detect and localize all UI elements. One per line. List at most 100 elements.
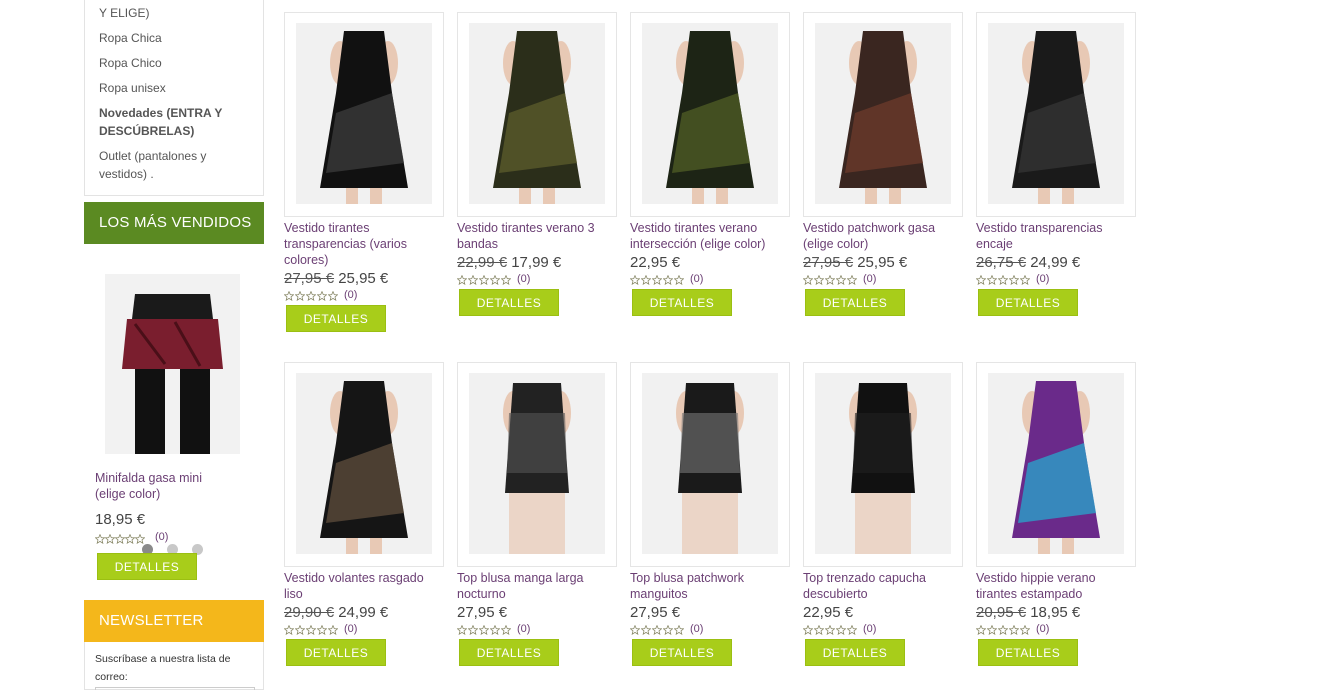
rating-stars <box>803 625 857 635</box>
product-name[interactable]: Vestido volantes rasgado liso <box>284 570 444 602</box>
review-count[interactable]: (0) <box>344 623 357 635</box>
product-prices: 22,95 € <box>803 604 853 621</box>
star-empty-icon <box>94 533 106 545</box>
product-image-inner <box>988 373 1124 554</box>
bestseller-review-count[interactable]: (0) <box>155 531 168 543</box>
rating-stars <box>803 275 857 285</box>
product-prices: 27,95 € 25,95 € <box>284 270 388 287</box>
current-price: 22,95 € <box>803 604 854 621</box>
star-empty-icon <box>134 533 146 545</box>
star-empty-icon <box>295 291 305 301</box>
rating-stars <box>457 275 511 285</box>
star-empty-icon <box>630 275 640 285</box>
star-empty-icon <box>468 275 478 285</box>
star-empty-icon <box>803 625 813 635</box>
product-name[interactable]: Top blusa manga larga nocturno <box>457 570 617 602</box>
product-image[interactable] <box>803 12 963 217</box>
product-prices: 27,95 € <box>630 604 680 621</box>
product-image[interactable] <box>630 12 790 217</box>
star-empty-icon <box>663 275 673 285</box>
product-image[interactable] <box>457 12 617 217</box>
product-image[interactable] <box>803 362 963 567</box>
product-image[interactable] <box>976 362 1136 567</box>
details-button[interactable]: DETALLES <box>286 639 386 666</box>
details-button[interactable]: DETALLES <box>286 305 386 332</box>
bestseller-name[interactable]: Minifalda gasa mini (elige color) <box>95 470 225 502</box>
details-button[interactable]: DETALLES <box>632 289 732 316</box>
review-count[interactable]: (0) <box>690 273 703 285</box>
category-link[interactable]: Y ELIGE) <box>99 4 249 22</box>
details-button[interactable]: DETALLES <box>978 289 1078 316</box>
current-price: 24,99 € <box>1030 254 1081 271</box>
old-price: 20,95 € <box>976 604 1027 621</box>
star-empty-icon <box>847 625 857 635</box>
review-count[interactable]: (0) <box>517 273 530 285</box>
current-price: 25,95 € <box>338 270 389 287</box>
product-image-inner <box>642 23 778 204</box>
product-image-inner <box>296 23 432 204</box>
star-empty-icon <box>803 275 813 285</box>
product-photo-icon <box>493 31 581 204</box>
current-price: 18,95 € <box>1030 604 1081 621</box>
details-button[interactable]: DETALLES <box>459 289 559 316</box>
star-empty-icon <box>328 625 338 635</box>
product-name[interactable]: Vestido transparencias encaje <box>976 220 1136 252</box>
review-count[interactable]: (0) <box>690 623 703 635</box>
rating-stars <box>976 275 1030 285</box>
product-name[interactable]: Vestido tirantes verano intersección (el… <box>630 220 790 252</box>
review-count[interactable]: (0) <box>863 273 876 285</box>
product-name[interactable]: Vestido tirantes verano 3 bandas <box>457 220 617 252</box>
review-count[interactable]: (0) <box>1036 273 1049 285</box>
product-prices: 26,75 € 24,99 € <box>976 254 1080 271</box>
star-empty-icon <box>295 625 305 635</box>
product-image[interactable] <box>457 362 617 567</box>
details-button[interactable]: DETALLES <box>805 289 905 316</box>
bestsellers-title: LOS MÁS VENDIDOS <box>84 202 264 244</box>
product-image-inner <box>988 23 1124 204</box>
product-image-inner <box>469 23 605 204</box>
details-button[interactable]: DETALLES <box>805 639 905 666</box>
category-link[interactable]: Ropa Chica <box>99 29 249 47</box>
star-empty-icon <box>825 275 835 285</box>
review-count[interactable]: (0) <box>863 623 876 635</box>
bestseller-image[interactable] <box>105 274 240 454</box>
product-image[interactable] <box>284 362 444 567</box>
current-price: 17,99 € <box>511 254 562 271</box>
product-image[interactable] <box>976 12 1136 217</box>
star-empty-icon <box>836 275 846 285</box>
star-empty-icon <box>674 275 684 285</box>
product-photo-icon <box>1012 31 1100 204</box>
product-name[interactable]: Vestido hippie verano tirantes estampado <box>976 570 1136 602</box>
star-empty-icon <box>1009 275 1019 285</box>
details-button[interactable]: DETALLES <box>632 639 732 666</box>
star-empty-icon <box>317 291 327 301</box>
review-count[interactable]: (0) <box>1036 623 1049 635</box>
product-photo-icon <box>666 31 754 204</box>
details-button[interactable]: DETALLES <box>459 639 559 666</box>
product-prices: 22,99 € 17,99 € <box>457 254 561 271</box>
review-count[interactable]: (0) <box>344 289 357 301</box>
category-link[interactable]: Novedades (ENTRA Y DESCÚBRELAS) <box>99 104 249 140</box>
category-link[interactable]: Ropa Chico <box>99 54 249 72</box>
star-empty-icon <box>306 291 316 301</box>
category-link[interactable]: Ropa unisex <box>99 79 249 97</box>
star-empty-icon <box>652 275 662 285</box>
product-name[interactable]: Vestido tirantes transparencias (varios … <box>284 220 444 268</box>
old-price: 27,95 € <box>803 254 854 271</box>
star-empty-icon <box>641 625 651 635</box>
product-name[interactable]: Top trenzado capucha descubierto <box>803 570 963 602</box>
product-image[interactable] <box>630 362 790 567</box>
product-prices: 27,95 € 25,95 € <box>803 254 907 271</box>
product-photo-icon <box>320 31 408 204</box>
old-price: 27,95 € <box>284 270 335 287</box>
review-count[interactable]: (0) <box>517 623 530 635</box>
bestseller-details-button[interactable]: DETALLES <box>97 553 197 580</box>
star-empty-icon <box>998 275 1008 285</box>
details-button[interactable]: DETALLES <box>978 639 1078 666</box>
product-image[interactable] <box>284 12 444 217</box>
product-name[interactable]: Top blusa patchwork manguitos <box>630 570 790 602</box>
star-empty-icon <box>457 625 467 635</box>
category-link[interactable]: Outlet (pantalones y vestidos) . <box>99 147 249 183</box>
skirt-figure-icon <box>122 294 223 454</box>
product-name[interactable]: Vestido patchwork gasa (elige color) <box>803 220 963 252</box>
